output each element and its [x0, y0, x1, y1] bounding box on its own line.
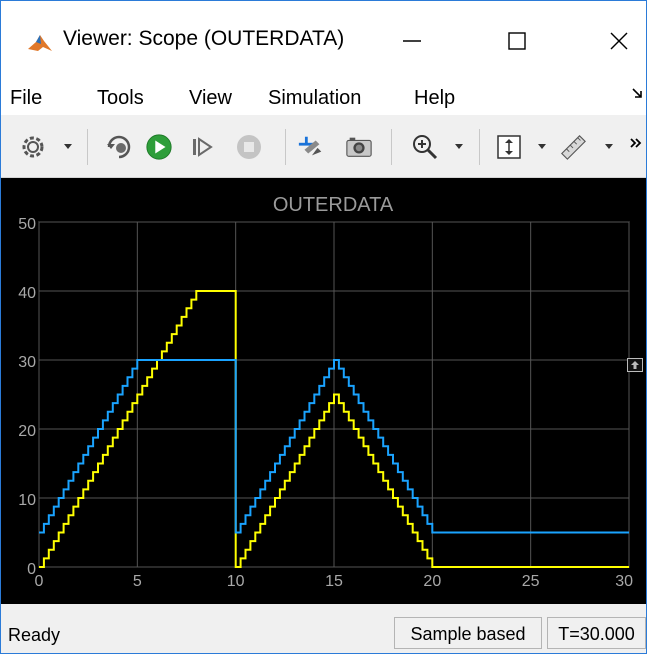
window-title: Viewer: Scope (OUTERDATA)	[63, 27, 345, 50]
menu-help[interactable]: Help	[414, 87, 455, 110]
x-tick-label: 25	[522, 573, 540, 590]
minimize-icon	[403, 40, 421, 42]
stop-icon[interactable]	[235, 133, 263, 161]
chevron-down-icon[interactable]	[537, 141, 547, 151]
y-tick-label: 30	[18, 354, 36, 371]
gear-icon[interactable]	[19, 133, 47, 161]
y-tick-label: 40	[18, 285, 36, 302]
y-tick-label: 20	[18, 423, 36, 440]
run-icon[interactable]	[145, 133, 173, 161]
sample-mode-field: Sample based	[394, 617, 542, 649]
x-tick-label: 5	[133, 573, 142, 590]
scope-display[interactable]: OUTERDATA 0 5 10 15 20 25 30 0 10 20 30 40 50	[1, 178, 646, 604]
undock-icon[interactable]	[627, 358, 643, 372]
snapshot-icon[interactable]	[345, 133, 373, 161]
chart-title: OUTERDATA	[273, 194, 394, 216]
x-tick-label: 30	[615, 573, 633, 590]
toolbar-separator	[391, 129, 392, 165]
x-tick-label: 10	[227, 573, 245, 590]
toolbar-separator	[285, 129, 286, 165]
status-text: Ready	[8, 625, 61, 645]
x-tick-label: 20	[423, 573, 441, 590]
y-tick-label: 0	[27, 561, 36, 578]
menu-simulation[interactable]: Simulation	[268, 87, 361, 110]
x-tick-label: 15	[325, 573, 343, 590]
y-tick-label: 50	[18, 216, 36, 233]
toolbar-separator	[479, 129, 480, 165]
maximize-icon	[508, 32, 526, 50]
menu-bar: File Tools View Simulation Help	[1, 79, 646, 115]
chevron-down-icon[interactable]	[63, 141, 73, 151]
menu-tools[interactable]: Tools	[97, 87, 144, 110]
toolbar	[1, 115, 646, 178]
simulation-time-field: T=30.000	[547, 617, 646, 649]
scope-plot[interactable]: OUTERDATA 0 5 10 15 20 25 3001020304050	[1, 178, 646, 604]
matlab-logo-icon	[26, 28, 54, 56]
menu-file[interactable]: File	[10, 87, 42, 110]
step-back-icon[interactable]	[105, 133, 133, 161]
chevron-down-icon[interactable]	[454, 141, 464, 151]
status-bar: Ready Sample based T=30.000	[1, 613, 646, 653]
autoscale-icon[interactable]	[495, 133, 523, 161]
menu-overflow-icon[interactable]	[631, 87, 643, 99]
zoom-in-icon[interactable]	[411, 133, 439, 161]
toolbar-overflow-icon[interactable]	[630, 137, 642, 149]
y-tick-label: 10	[18, 492, 36, 509]
close-icon	[610, 32, 628, 50]
measurements-icon[interactable]	[559, 133, 587, 161]
scope-window: Viewer: Scope (OUTERDATA) File Tools Vie…	[0, 0, 647, 654]
close-button[interactable]	[589, 19, 646, 63]
toolbar-separator	[87, 129, 88, 165]
highlight-signal-icon[interactable]	[297, 133, 325, 161]
chevron-down-icon[interactable]	[604, 141, 614, 151]
step-forward-icon[interactable]	[187, 133, 215, 161]
menu-view[interactable]: View	[189, 87, 232, 110]
maximize-button[interactable]	[487, 19, 547, 63]
title-bar[interactable]: Viewer: Scope (OUTERDATA)	[1, 1, 646, 79]
minimize-button[interactable]	[382, 19, 442, 63]
